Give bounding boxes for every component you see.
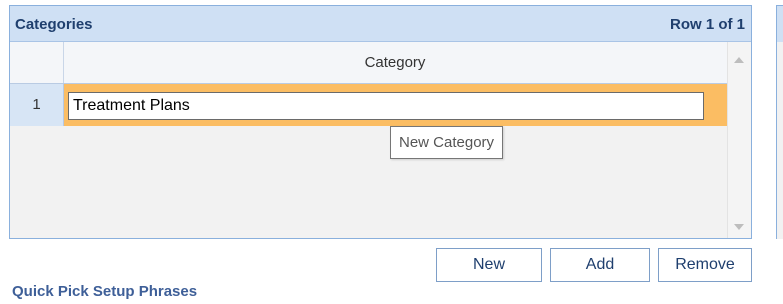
tooltip: New Category [390,126,504,159]
vertical-scrollbar[interactable] [727,42,751,238]
adjacent-panel-header [777,6,783,42]
section-title: Quick Pick Setup Phrases [12,283,198,300]
grid-header: Category [10,42,751,84]
categories-panel: Categories Row 1 of 1 Category 1 [9,5,752,239]
row-number: 1 [10,84,64,126]
row-number-column-header [10,42,64,83]
panel-header: Categories Row 1 of 1 [10,6,751,42]
row-count-label: Row 1 of 1 [669,16,745,33]
scroll-down-arrow-icon[interactable] [734,224,744,230]
add-button[interactable]: Add [550,248,650,282]
scroll-up-arrow-icon[interactable] [734,57,744,63]
adjacent-panel-edge [776,5,783,239]
column-header-category[interactable]: Category [64,42,726,83]
category-cell-input[interactable] [68,92,704,120]
new-button[interactable]: New [436,248,542,282]
panel-title: Categories [15,16,93,33]
table-row[interactable]: 1 [10,84,727,126]
remove-button[interactable]: Remove [658,248,752,282]
